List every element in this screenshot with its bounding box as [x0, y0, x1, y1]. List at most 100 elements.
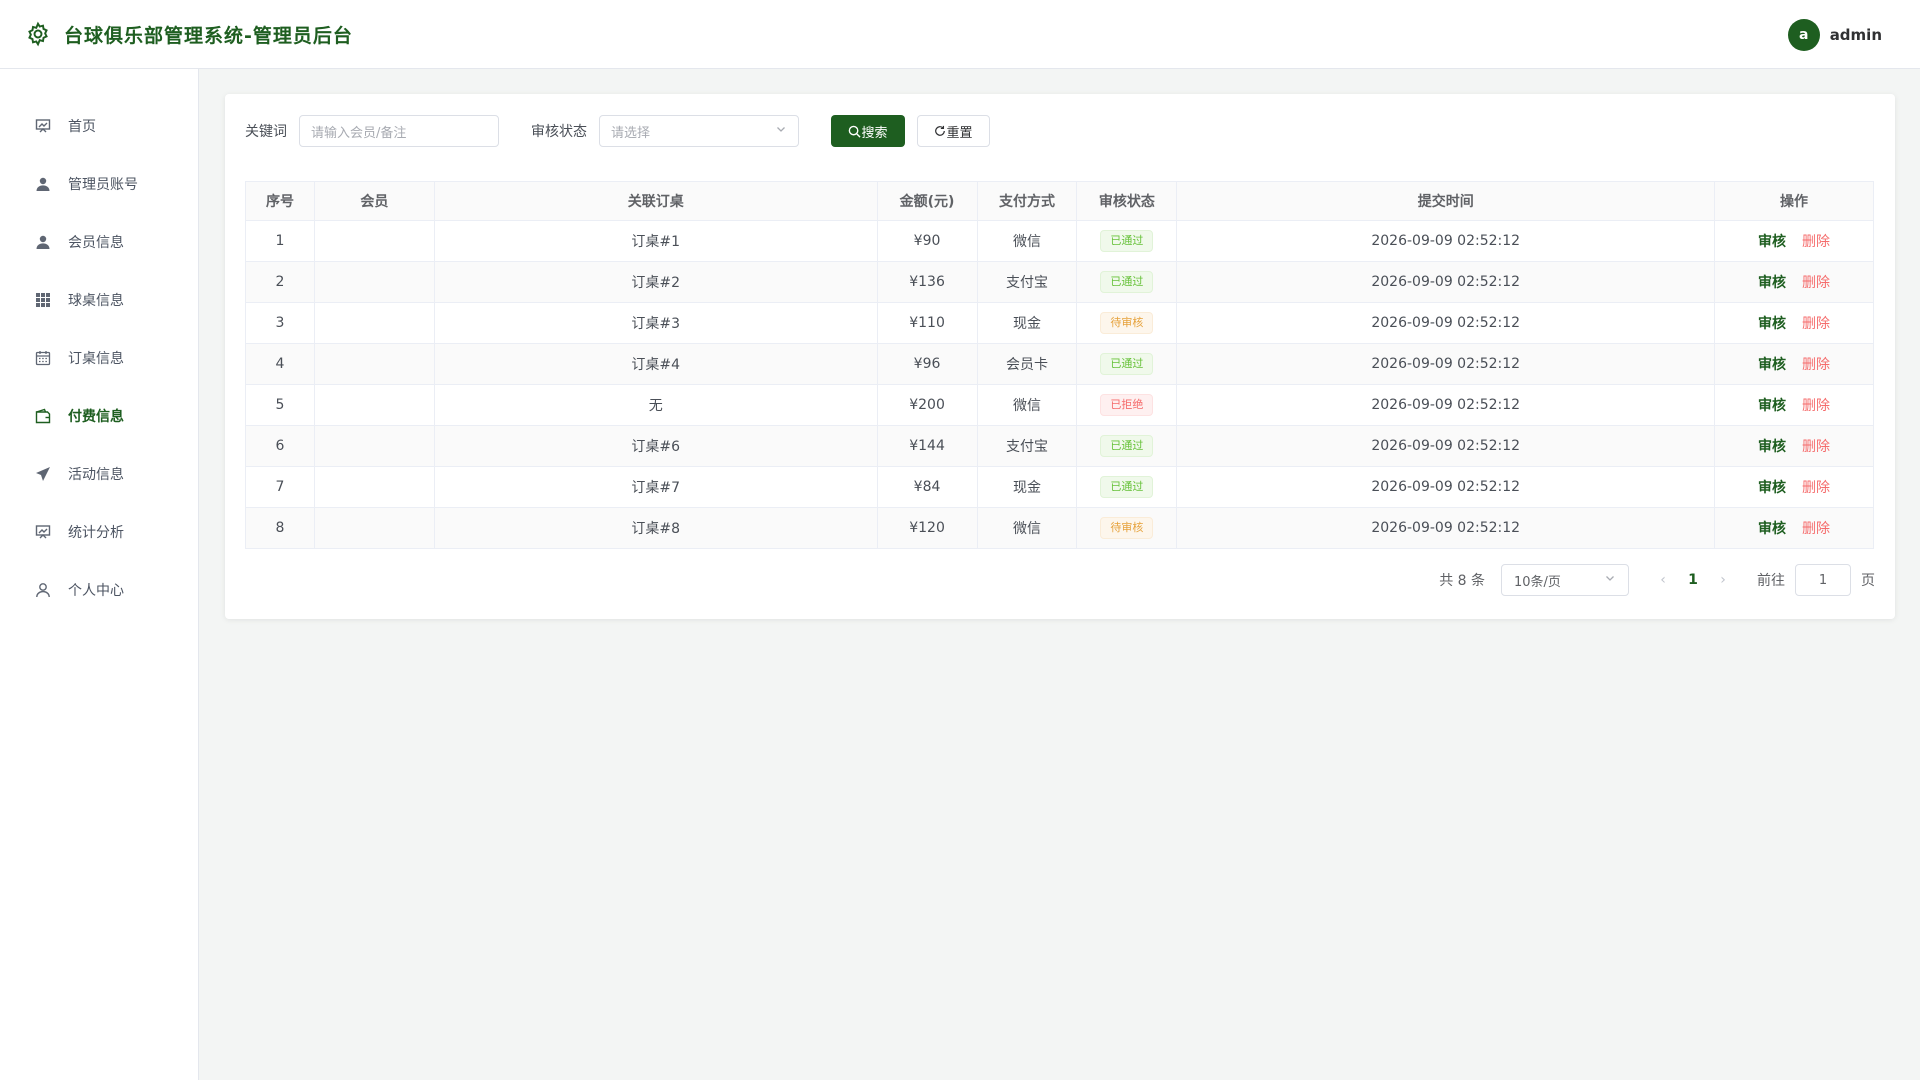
app-title: 台球俱乐部管理系统-管理员后台 [64, 24, 353, 47]
delete-button[interactable]: 删除 [1802, 398, 1830, 414]
cell-member [313, 261, 435, 303]
status-select[interactable]: 请选择 [599, 115, 799, 147]
table-row: 3 订桌#3 ¥110 现金 待审核 2026-09-09 02:52:12 审核 删除 [245, 302, 1874, 344]
cell-no: 5 [245, 384, 315, 426]
table-row: 8 订桌#8 ¥120 微信 待审核 2026-09-09 02:52:12 审核 删除 [245, 507, 1874, 549]
column-header: 序号 [245, 181, 315, 221]
reset-button-label: 重置 [946, 125, 973, 141]
cell-actions: 审核 删除 [1714, 425, 1874, 467]
cell-member [313, 220, 435, 262]
reset-button[interactable]: 重置 [917, 115, 990, 147]
cell-no: 1 [245, 220, 315, 262]
cell-order: 订桌#1 [433, 220, 878, 262]
cell-status: 已拒绝 [1076, 384, 1178, 426]
cell-amount: ¥110 [876, 302, 978, 344]
cell-status: 已通过 [1076, 261, 1178, 303]
search-button[interactable]: 搜索 [831, 115, 905, 147]
page-size-value: 10条/页 [1514, 574, 1561, 590]
delete-button[interactable]: 删除 [1802, 521, 1830, 537]
cell-time: 2026-09-09 02:52:12 [1176, 507, 1716, 549]
cell-status: 待审核 [1076, 302, 1178, 344]
audit-button[interactable]: 审核 [1758, 521, 1786, 537]
prev-page-icon[interactable]: ‹ [1649, 572, 1677, 588]
dashboard-icon [34, 117, 52, 135]
sidebar-item-label: 统计分析 [68, 525, 124, 541]
status-badge: 已拒绝 [1100, 394, 1154, 416]
cell-member [313, 425, 435, 467]
sidebar-item-label: 球桌信息 [68, 293, 124, 309]
cell-status: 已通过 [1076, 466, 1178, 508]
status-badge: 待审核 [1100, 517, 1154, 539]
sidebar-item-label: 管理员账号 [68, 177, 138, 193]
audit-button[interactable]: 审核 [1758, 234, 1786, 250]
sidebar-item-activities[interactable]: 活动信息 [0, 445, 198, 503]
sidebar-item-bookings[interactable]: 订桌信息 [0, 329, 198, 387]
cell-order: 订桌#6 [433, 425, 878, 467]
send-icon [34, 465, 52, 483]
sidebar-item-label: 活动信息 [68, 467, 124, 483]
keyword-placeholder: 请输入会员/备注 [311, 125, 407, 141]
cell-amount: ¥84 [876, 466, 978, 508]
chart-icon [34, 523, 52, 541]
sidebar-item-tables[interactable]: 球桌信息 [0, 271, 198, 329]
cell-actions: 审核 删除 [1714, 384, 1874, 426]
audit-button[interactable]: 审核 [1758, 357, 1786, 373]
cell-member [313, 302, 435, 344]
cell-status: 已通过 [1076, 220, 1178, 262]
delete-button[interactable]: 删除 [1802, 357, 1830, 373]
sidebar-item-admin-accounts[interactable]: 管理员账号 [0, 155, 198, 213]
cell-actions: 审核 删除 [1714, 466, 1874, 508]
delete-button[interactable]: 删除 [1802, 480, 1830, 496]
cell-time: 2026-09-09 02:52:12 [1176, 343, 1716, 385]
sidebar-item-home[interactable]: 首页 [0, 97, 198, 155]
page-number[interactable]: 1 [1677, 572, 1709, 588]
keyword-input[interactable]: 请输入会员/备注 [299, 115, 499, 147]
keyword-label: 关键词 [245, 124, 287, 140]
cell-status: 已通过 [1076, 343, 1178, 385]
sidebar-item-payments[interactable]: 付费信息 [0, 387, 198, 445]
cell-no: 8 [245, 507, 315, 549]
cell-time: 2026-09-09 02:52:12 [1176, 466, 1716, 508]
cell-time: 2026-09-09 02:52:12 [1176, 220, 1716, 262]
column-header: 会员 [313, 181, 435, 221]
user-menu[interactable]: a admin [1787, 19, 1882, 51]
status-badge: 已通过 [1100, 476, 1154, 498]
column-header: 操作 [1714, 181, 1874, 221]
delete-button[interactable]: 删除 [1802, 275, 1830, 291]
delete-button[interactable]: 删除 [1802, 439, 1830, 455]
goto-label: 前往 [1757, 573, 1785, 589]
page-size-select[interactable]: 10条/页 [1501, 564, 1629, 596]
search-button-label: 搜索 [861, 125, 888, 141]
cell-member [313, 384, 435, 426]
cell-actions: 审核 删除 [1714, 343, 1874, 385]
avatar[interactable]: a [1787, 19, 1820, 51]
cell-order: 订桌#7 [433, 466, 878, 508]
cell-order: 订桌#4 [433, 343, 878, 385]
status-label: 审核状态 [531, 124, 587, 140]
sidebar-item-profile[interactable]: 个人中心 [0, 561, 198, 619]
cell-order: 订桌#2 [433, 261, 878, 303]
cell-order: 无 [433, 384, 878, 426]
cell-order: 订桌#8 [433, 507, 878, 549]
next-page-icon[interactable]: › [1709, 572, 1737, 588]
status-badge: 已通过 [1100, 353, 1154, 375]
cell-pay-method: 微信 [976, 220, 1078, 262]
audit-button[interactable]: 审核 [1758, 439, 1786, 455]
goto-page-input[interactable]: 1 [1795, 564, 1851, 596]
audit-button[interactable]: 审核 [1758, 275, 1786, 291]
sidebar-item-members[interactable]: 会员信息 [0, 213, 198, 271]
cell-member [313, 507, 435, 549]
sidebar-item-statistics[interactable]: 统计分析 [0, 503, 198, 561]
member-icon [34, 233, 52, 251]
audit-button[interactable]: 审核 [1758, 480, 1786, 496]
delete-button[interactable]: 删除 [1802, 234, 1830, 250]
username[interactable]: admin [1830, 26, 1882, 44]
sidebar-item-label: 付费信息 [68, 409, 124, 425]
audit-button[interactable]: 审核 [1758, 398, 1786, 414]
payments-table: 序号 会员 关联订桌 金额(元) 支付方式 审核状态 提交时间 操作 1 订桌#1… [245, 181, 1874, 549]
cell-actions: 审核 删除 [1714, 302, 1874, 344]
audit-button[interactable]: 审核 [1758, 316, 1786, 332]
table-row: 2 订桌#2 ¥136 支付宝 已通过 2026-09-09 02:52:12 审核 删除 [245, 261, 1874, 303]
delete-button[interactable]: 删除 [1802, 316, 1830, 332]
status-placeholder: 请选择 [611, 125, 651, 141]
